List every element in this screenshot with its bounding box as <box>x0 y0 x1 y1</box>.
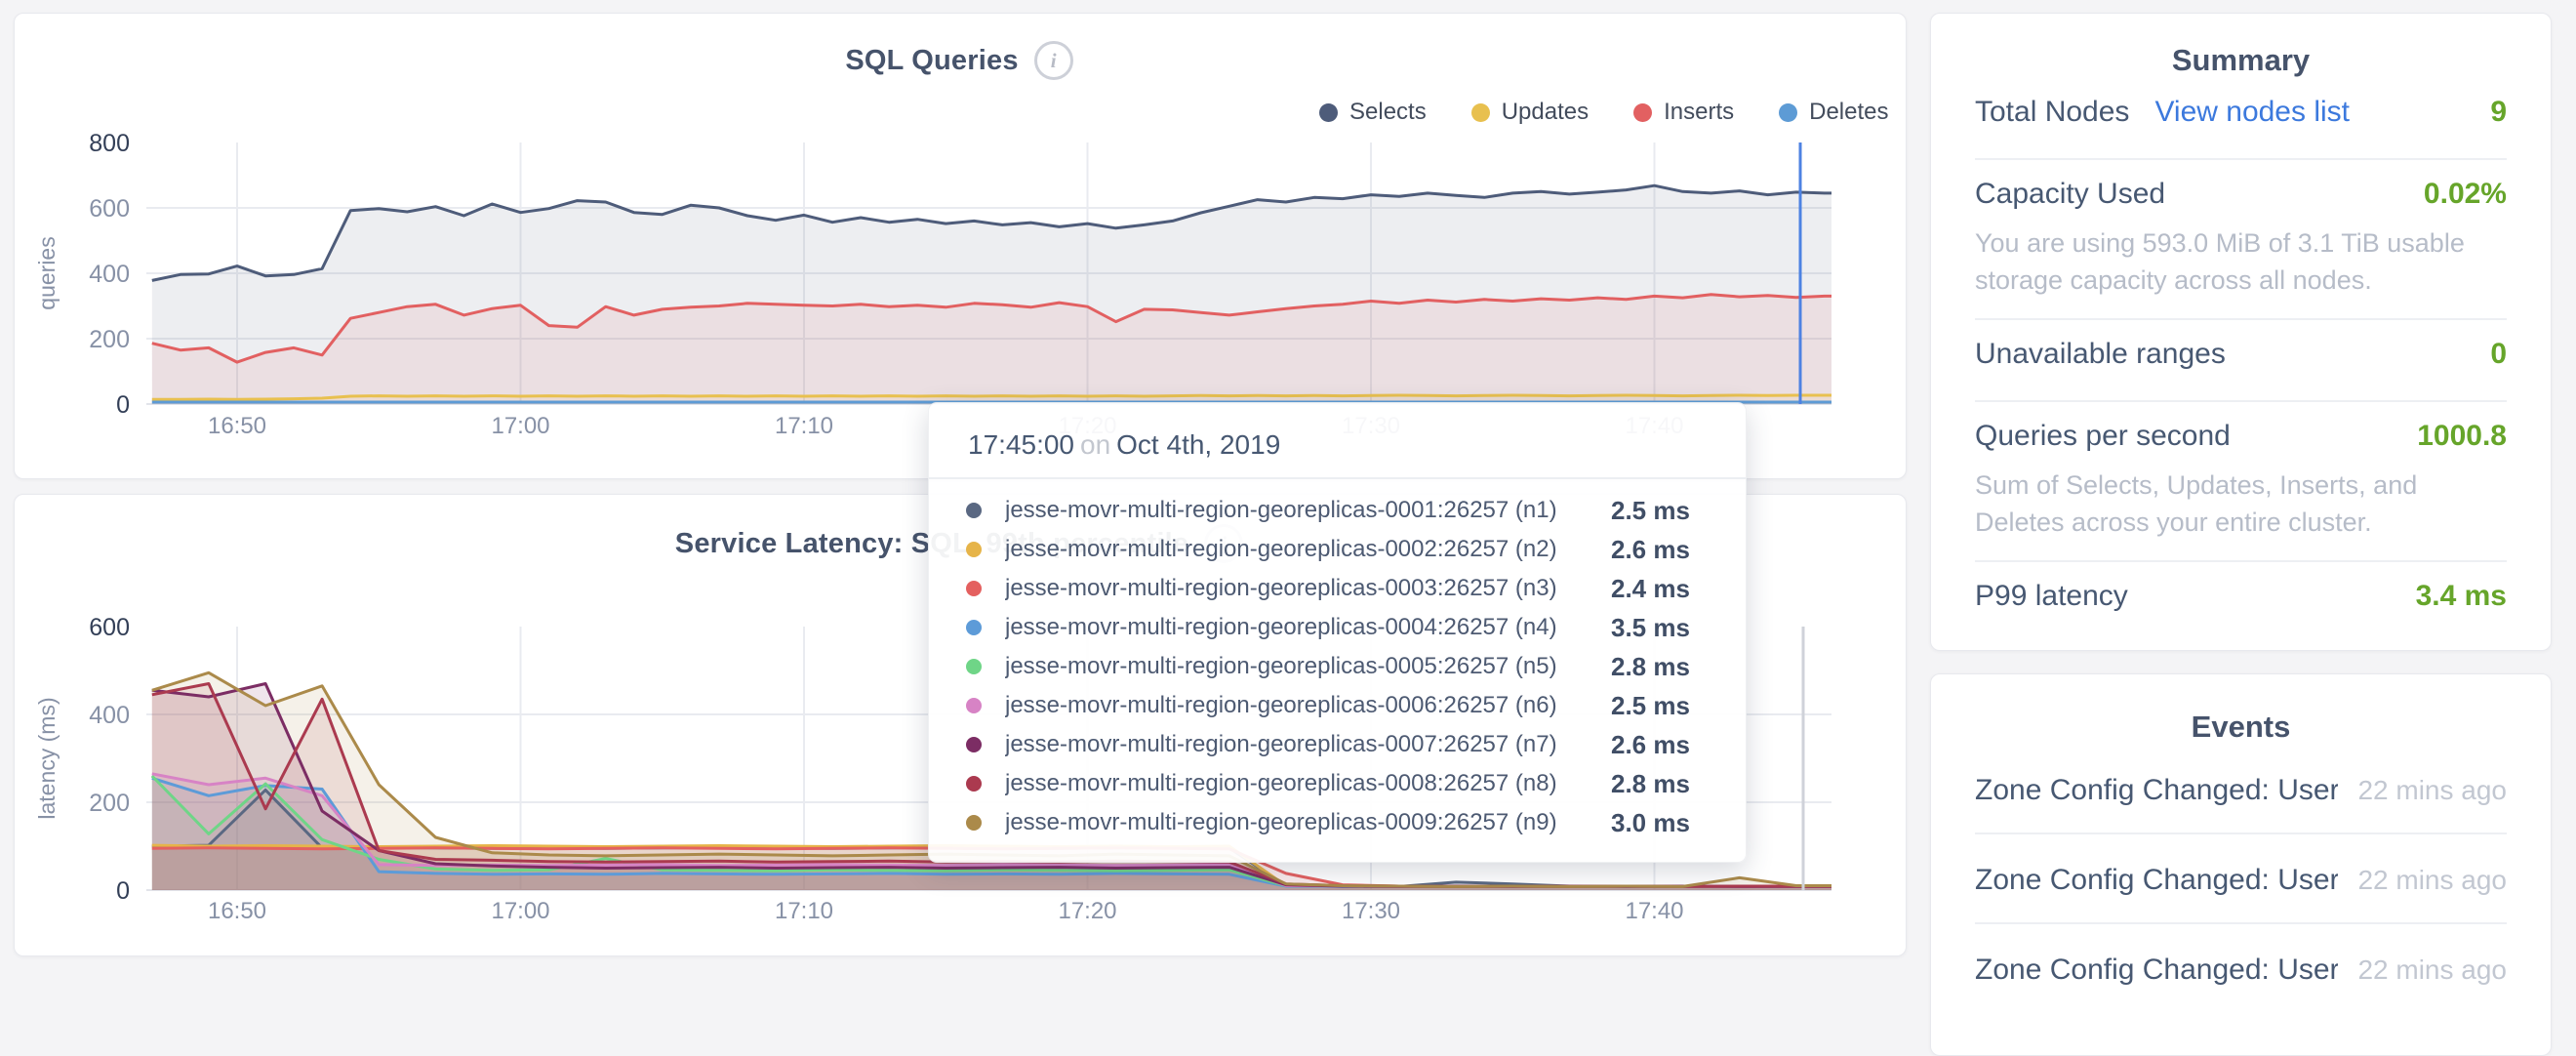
tooltip-on-word: on <box>1074 429 1116 460</box>
node-name: jesse-movr-multi-region-georeplicas-0003… <box>1005 575 1611 602</box>
svg-text:400: 400 <box>89 702 130 729</box>
node-name: jesse-movr-multi-region-georeplicas-0004… <box>1005 614 1611 641</box>
node-color-dot <box>966 620 982 635</box>
svg-text:0: 0 <box>116 877 130 905</box>
svg-text:17:20: 17:20 <box>1058 898 1116 924</box>
node-color-dot <box>966 659 982 674</box>
node-color-dot <box>966 698 982 713</box>
tooltip-row: jesse-movr-multi-region-georeplicas-0002… <box>966 530 1709 569</box>
svg-text:17:40: 17:40 <box>1625 898 1683 924</box>
tooltip-row: jesse-movr-multi-region-georeplicas-0006… <box>966 686 1709 725</box>
svg-text:16:50: 16:50 <box>208 898 266 924</box>
svg-text:200: 200 <box>89 326 130 353</box>
node-color-dot <box>966 815 982 831</box>
node-color-dot <box>966 776 982 792</box>
svg-text:17:10: 17:10 <box>775 898 833 924</box>
tooltip-date: Oct 4th, 2019 <box>1116 429 1280 460</box>
node-color-dot <box>966 581 982 596</box>
node-name: jesse-movr-multi-region-georeplicas-0001… <box>1005 497 1611 524</box>
node-latency-value: 2.4 ms <box>1611 574 1709 604</box>
tooltip-row: jesse-movr-multi-region-georeplicas-0004… <box>966 608 1709 647</box>
node-name: jesse-movr-multi-region-georeplicas-0006… <box>1005 692 1611 719</box>
tooltip-time: 17:45:00 <box>968 429 1074 460</box>
tooltip-row: jesse-movr-multi-region-georeplicas-0009… <box>966 803 1709 842</box>
tooltip-row: jesse-movr-multi-region-georeplicas-0003… <box>966 569 1709 608</box>
svg-text:17:30: 17:30 <box>1342 898 1400 924</box>
node-latency-value: 2.6 ms <box>1611 535 1709 565</box>
svg-text:600: 600 <box>89 195 130 223</box>
svg-text:latency (ms): latency (ms) <box>34 697 60 819</box>
chart-hover-tooltip: 17:45:00onOct 4th, 2019 jesse-movr-multi… <box>928 402 1747 863</box>
tooltip-row: jesse-movr-multi-region-georeplicas-0001… <box>966 491 1709 530</box>
tooltip-row: jesse-movr-multi-region-georeplicas-0008… <box>966 764 1709 803</box>
tooltip-row: jesse-movr-multi-region-georeplicas-0007… <box>966 725 1709 764</box>
svg-text:17:10: 17:10 <box>775 413 833 439</box>
node-latency-value: 2.8 ms <box>1611 769 1709 799</box>
tooltip-node-rows: jesse-movr-multi-region-georeplicas-0001… <box>929 479 1746 842</box>
svg-text:400: 400 <box>89 261 130 288</box>
node-latency-value: 2.6 ms <box>1611 730 1709 760</box>
node-name: jesse-movr-multi-region-georeplicas-0009… <box>1005 809 1611 836</box>
svg-text:600: 600 <box>89 614 130 641</box>
node-color-dot <box>966 503 982 518</box>
svg-text:16:50: 16:50 <box>208 413 266 439</box>
svg-text:0: 0 <box>116 391 130 419</box>
node-color-dot <box>966 737 982 752</box>
node-name: jesse-movr-multi-region-georeplicas-0002… <box>1005 536 1611 563</box>
node-latency-value: 2.5 ms <box>1611 496 1709 526</box>
svg-text:queries: queries <box>34 236 60 309</box>
tooltip-timestamp: 17:45:00onOct 4th, 2019 <box>929 403 1746 479</box>
node-latency-value: 3.0 ms <box>1611 808 1709 838</box>
node-name: jesse-movr-multi-region-georeplicas-0008… <box>1005 770 1611 797</box>
tooltip-row: jesse-movr-multi-region-georeplicas-0005… <box>966 647 1709 686</box>
node-latency-value: 2.5 ms <box>1611 691 1709 721</box>
svg-text:800: 800 <box>89 130 130 157</box>
svg-text:17:00: 17:00 <box>491 413 549 439</box>
node-name: jesse-movr-multi-region-georeplicas-0005… <box>1005 653 1611 680</box>
node-latency-value: 3.5 ms <box>1611 613 1709 643</box>
node-latency-value: 2.8 ms <box>1611 652 1709 682</box>
node-name: jesse-movr-multi-region-georeplicas-0007… <box>1005 731 1611 758</box>
svg-text:200: 200 <box>89 790 130 817</box>
node-color-dot <box>966 542 982 557</box>
svg-text:17:00: 17:00 <box>491 898 549 924</box>
